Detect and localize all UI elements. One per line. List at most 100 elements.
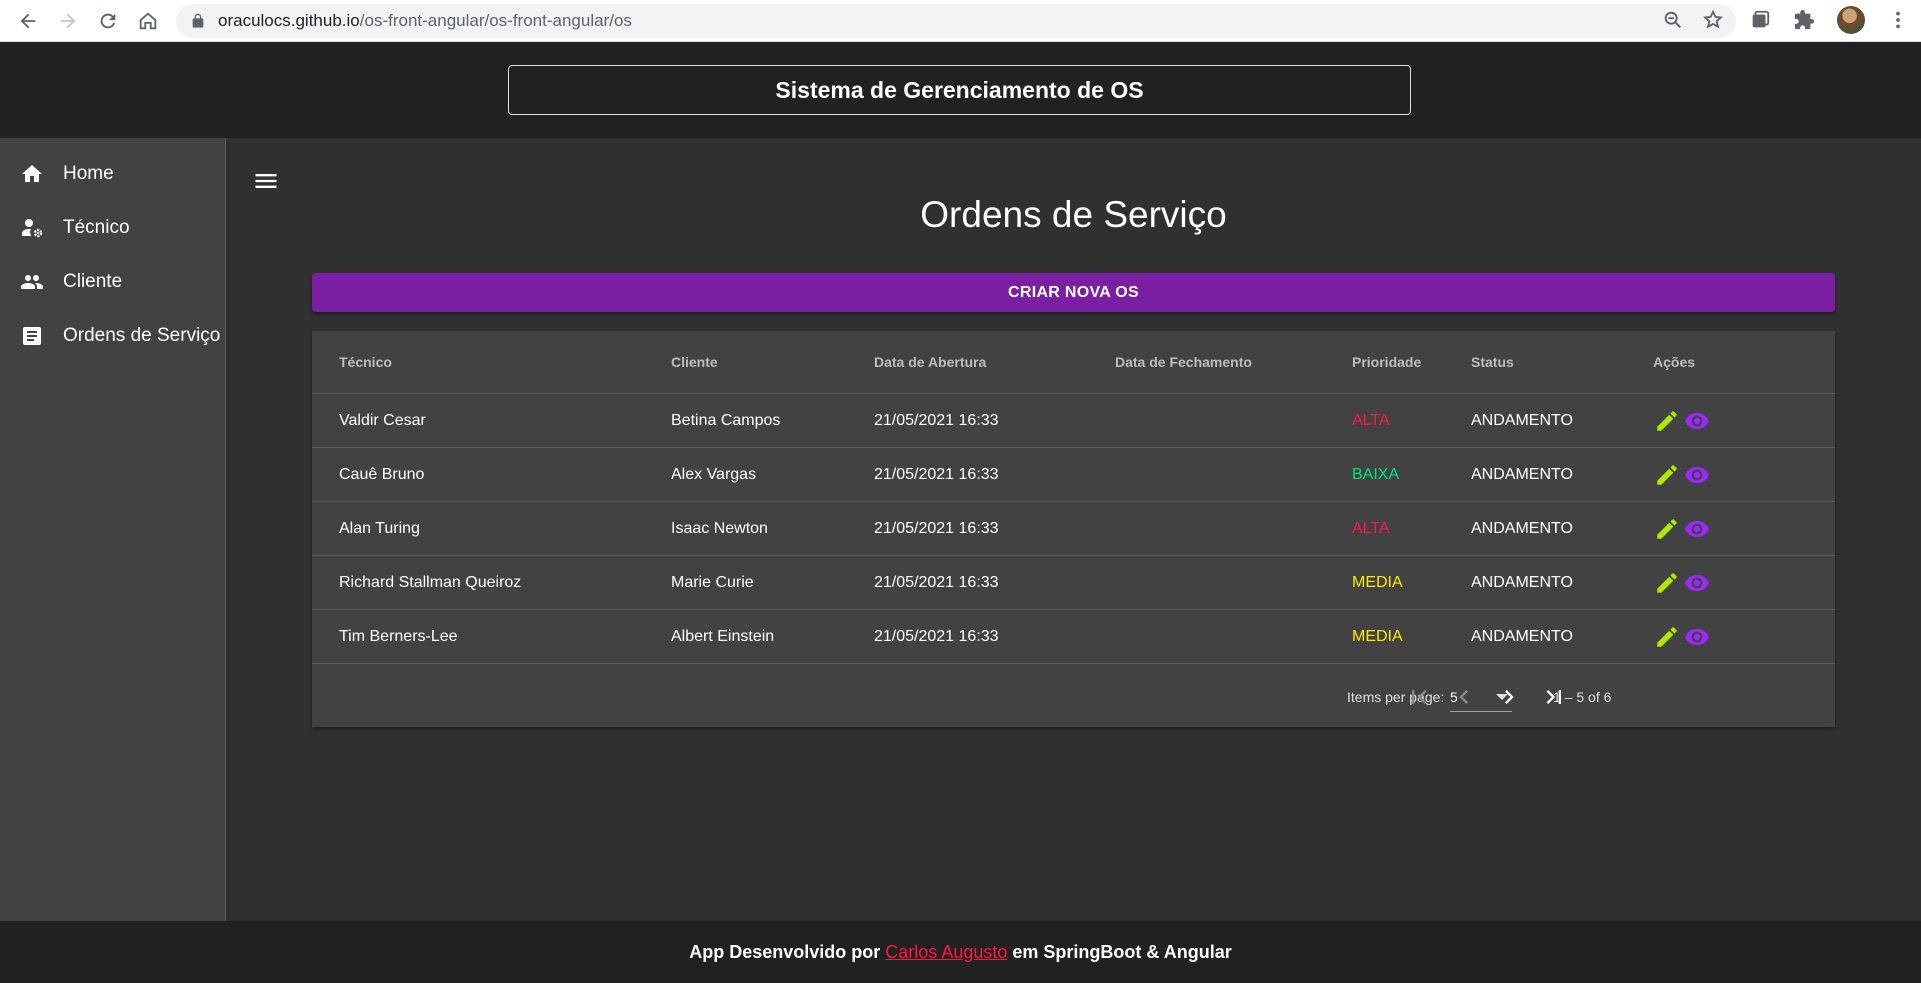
home-icon [20, 162, 44, 186]
cell-cliente: Albert Einstein [671, 609, 874, 664]
author-link[interactable]: Carlos Augusto [885, 942, 1007, 963]
browser-toolbar: oraculocs.github.io/os-front-angular/os-… [0, 0, 1921, 42]
back-button[interactable] [8, 1, 48, 41]
paginator: Items per page: 5 1 – 5 of 6 [312, 667, 1835, 727]
os-table: Técnico Cliente Data de Abertura Data de… [312, 331, 1835, 664]
more-vert-icon[interactable] [1887, 9, 1909, 31]
column-header-fechamento[interactable]: Data de Fechamento [1115, 331, 1352, 394]
cell-prioridade: MEDIA [1352, 555, 1471, 610]
footer-suffix: em SpringBoot & Angular [1012, 941, 1232, 962]
zoom-out-icon[interactable] [1662, 9, 1684, 31]
sidebar: Home Técnico Cliente Ordens de Serviço [0, 138, 226, 921]
page-title: Ordens de Serviço [920, 194, 1227, 235]
table-row: Richard Stallman Queiroz Marie Curie 21/… [312, 555, 1835, 610]
last-page-button[interactable] [1538, 681, 1570, 713]
last-page-icon [1546, 690, 1561, 704]
tab-search-icon[interactable] [1749, 9, 1771, 31]
column-header-status[interactable]: Status [1471, 331, 1653, 394]
document-icon [20, 324, 44, 348]
column-header-tecnico[interactable]: Técnico [312, 331, 671, 394]
cell-tecnico: Cauê Bruno [312, 447, 671, 502]
cell-prioridade: ALTA [1352, 393, 1471, 448]
cell-abertura: 21/05/2021 16:33 [874, 447, 1115, 502]
cell-fechamento [1115, 447, 1352, 502]
cell-abertura: 21/05/2021 16:33 [874, 609, 1115, 664]
cell-cliente: Marie Curie [671, 555, 874, 610]
column-header-acoes: Ações [1653, 331, 1835, 394]
bookmark-star-icon[interactable] [1702, 9, 1724, 31]
cell-status: ANDAMENTO [1471, 501, 1653, 556]
sidebar-item-label: Home [63, 163, 114, 184]
profile-avatar[interactable] [1837, 6, 1865, 34]
row-actions [1653, 569, 1835, 597]
edit-pencil-icon[interactable] [1653, 407, 1681, 435]
cell-prioridade: ALTA [1352, 501, 1471, 556]
sidebar-item-cliente[interactable]: Cliente [0, 255, 225, 309]
cell-fechamento [1115, 609, 1352, 664]
sidebar-item-tecnico[interactable]: Técnico [0, 201, 225, 255]
first-page-button[interactable] [1403, 681, 1435, 713]
cell-cliente: Isaac Newton [671, 501, 874, 556]
cell-cliente: Alex Vargas [671, 447, 874, 502]
url-host: oraculocs.github.io [218, 11, 360, 30]
table-header-row: Técnico Cliente Data de Abertura Data de… [312, 331, 1835, 394]
row-actions [1653, 623, 1835, 651]
table-row: Valdir Cesar Betina Campos 21/05/2021 16… [312, 393, 1835, 448]
arrow-right-icon [60, 13, 76, 28]
cell-tecnico: Richard Stallman Queiroz [312, 555, 671, 610]
home-outline-icon [139, 11, 157, 29]
table-row: Tim Berners-Lee Albert Einstein 21/05/20… [312, 609, 1835, 664]
edit-pencil-icon[interactable] [1653, 515, 1681, 543]
menu-toggle-button[interactable] [252, 167, 284, 193]
next-page-button[interactable] [1493, 681, 1525, 713]
cell-fechamento [1115, 393, 1352, 448]
reload-icon [100, 13, 116, 28]
column-header-abertura[interactable]: Data de Abertura [874, 331, 1115, 394]
row-actions [1653, 407, 1835, 435]
cell-tecnico: Tim Berners-Lee [312, 609, 671, 664]
cell-abertura: 21/05/2021 16:33 [874, 555, 1115, 610]
footer-prefix: App Desenvolvido por [689, 941, 881, 962]
cell-status: ANDAMENTO [1471, 609, 1653, 664]
cell-abertura: 21/05/2021 16:33 [874, 501, 1115, 556]
cell-status: ANDAMENTO [1471, 555, 1653, 610]
sidebar-item-label: Ordens de Serviço [63, 325, 221, 346]
sidebar-item-label: Cliente [63, 271, 123, 292]
table-row: Alan Turing Isaac Newton 21/05/2021 16:3… [312, 501, 1835, 556]
previous-page-button[interactable] [1448, 681, 1480, 713]
chevron-right-icon [1505, 690, 1514, 704]
view-eye-icon[interactable] [1683, 515, 1711, 543]
sidebar-item-ordens[interactable]: Ordens de Serviço [0, 309, 225, 363]
person-gear-icon [20, 216, 44, 240]
cell-tecnico: Valdir Cesar [312, 393, 671, 448]
cell-prioridade: MEDIA [1352, 609, 1471, 664]
app-title: Sistema de Gerenciamento de OS [508, 65, 1411, 115]
cell-tecnico: Alan Turing [312, 501, 671, 556]
edit-pencil-icon[interactable] [1653, 623, 1681, 651]
view-eye-icon[interactable] [1683, 623, 1711, 651]
cell-status: ANDAMENTO [1471, 447, 1653, 502]
reload-button[interactable] [88, 1, 128, 41]
forward-button[interactable] [48, 1, 88, 41]
home-button[interactable] [128, 1, 168, 41]
view-eye-icon[interactable] [1683, 461, 1711, 489]
extensions-puzzle-icon[interactable] [1793, 9, 1815, 31]
app-header: Sistema de Gerenciamento de OS [0, 42, 1921, 138]
edit-pencil-icon[interactable] [1653, 461, 1681, 489]
edit-pencil-icon[interactable] [1653, 569, 1681, 597]
create-os-button[interactable]: CRIAR NOVA OS [312, 273, 1835, 312]
column-header-prioridade[interactable]: Prioridade [1352, 331, 1471, 394]
view-eye-icon[interactable] [1683, 569, 1711, 597]
people-icon [20, 270, 44, 294]
view-eye-icon[interactable] [1683, 407, 1711, 435]
sidebar-item-home[interactable]: Home [0, 147, 225, 201]
address-bar[interactable]: oraculocs.github.io/os-front-angular/os-… [176, 4, 1736, 38]
lock-icon [192, 13, 204, 28]
cell-status: ANDAMENTO [1471, 393, 1653, 448]
footer: App Desenvolvido por Carlos Augusto em S… [0, 921, 1921, 983]
cell-fechamento [1115, 555, 1352, 610]
column-header-cliente[interactable]: Cliente [671, 331, 874, 394]
cell-abertura: 21/05/2021 16:33 [874, 393, 1115, 448]
os-table-card: Técnico Cliente Data de Abertura Data de… [312, 331, 1835, 727]
chevron-left-icon [1459, 690, 1468, 704]
